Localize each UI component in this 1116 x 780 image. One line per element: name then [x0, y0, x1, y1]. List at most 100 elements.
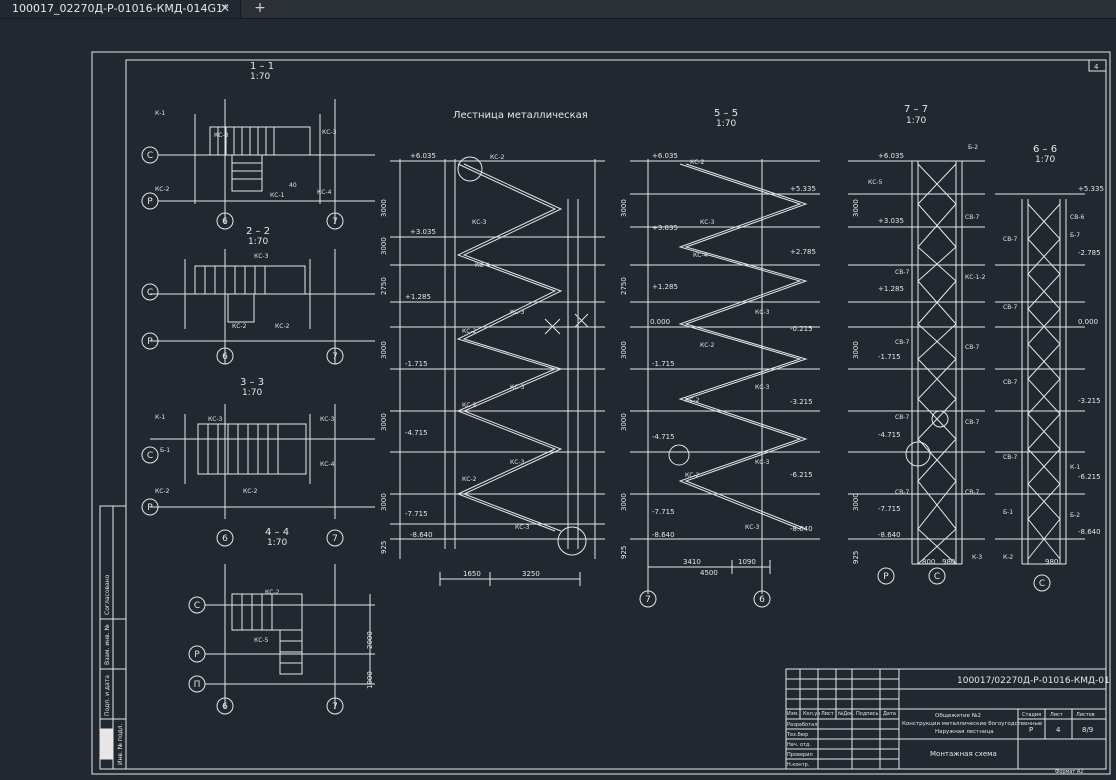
dimension-label: 3250 [522, 570, 540, 578]
tab-label: 100017_02270Д-Р-01016-КМД-014G1* [12, 2, 229, 15]
elevation-label: +6.035 [652, 152, 678, 160]
mark-label: К-1 [155, 110, 165, 117]
mark-label: К-2 [1003, 554, 1013, 561]
strip-label-approved: Согласовано [104, 574, 111, 615]
strip-label-replace-inv: Взам. инв. № [104, 624, 111, 665]
role-label: Н.контр. [787, 762, 810, 768]
mark-label: КС-3 [515, 524, 530, 531]
elevation-label: -8.640 [1078, 528, 1101, 536]
mark-label: КС-2 [685, 397, 700, 404]
section-title-5-5: 5 – 5 [714, 108, 738, 119]
axis-label-pi: П [194, 680, 201, 690]
axis-label-7: 7 [332, 702, 338, 712]
sheet-value: 4 [1056, 726, 1061, 734]
mark-label: К-1 [1070, 464, 1080, 471]
mark-label: КС-4 [693, 252, 708, 259]
axis-label-7: 7 [332, 352, 338, 362]
axis-label-c: С [194, 601, 200, 611]
elevation-label: -4.715 [405, 429, 428, 437]
section-2-2 [150, 249, 375, 364]
mark-label: КС-5 [868, 179, 883, 186]
mark-label: КС-1-2 [965, 274, 986, 281]
dimension-label: 3000 [620, 341, 628, 359]
mark-label: КС-3 [755, 459, 770, 466]
axis-label-6: 6 [222, 217, 228, 227]
project-name: Конструкции металлические богоугодственн… [902, 721, 1043, 727]
tab-drawing[interactable]: 100017_02270Д-Р-01016-КМД-014G1* ✕ [0, 0, 241, 18]
mark-label: КС-4 [475, 262, 490, 269]
mark-label: КС-4 [320, 461, 335, 468]
mark-label: СВ-7 [1003, 454, 1017, 461]
elevation-label: 0.000 [1078, 318, 1098, 326]
mark-label: КС-2 [265, 589, 280, 596]
elevation-label: +3.035 [652, 224, 678, 232]
dimension-label: 2750 [620, 277, 628, 295]
mark-label: Б-1 [160, 447, 170, 454]
mark-label: К-3 [972, 554, 982, 561]
sheets-value: 8/9 [1082, 726, 1093, 734]
mark-label: КС-1 [270, 192, 285, 199]
mark-label: СВ-6 [1070, 214, 1084, 221]
mark-label: Б-2 [1070, 512, 1080, 519]
elevation-label: +6.035 [878, 152, 904, 160]
elevation-label: -7.715 [652, 508, 675, 516]
elevation-label: -3.215 [1078, 397, 1101, 405]
mark-label: КС-3 [745, 524, 760, 531]
elevation-label: -4.715 [878, 431, 901, 439]
doc-code: 100017/02270Д-Р-01016-КМД-01 [957, 676, 1110, 686]
section-7-7 [848, 160, 985, 565]
axis-label-p: Р [194, 650, 200, 660]
axis-label-7: 7 [332, 534, 338, 544]
mark-label: КС-3 [214, 132, 229, 139]
elevation-label: +2.785 [790, 248, 816, 256]
elevation-label: -7.715 [878, 505, 901, 513]
dimension-label: 2750 [380, 277, 388, 295]
axis-label-6: 6 [759, 595, 765, 605]
axis-label-c: С [147, 151, 153, 161]
role-label: Нач. отд. [787, 742, 811, 748]
mark-label: КС-2 [490, 154, 505, 161]
elevation-label: +6.035 [410, 152, 436, 160]
dimension-label: 3000 [620, 493, 628, 511]
mark-label: СВ-7 [895, 414, 909, 421]
dimension-label: 980 [942, 558, 955, 566]
sheet-outer-frame [91, 51, 1111, 775]
section-scale-5-5: 1:70 [716, 119, 736, 129]
mark-label: КС-2 [685, 472, 700, 479]
elevation-label: +1.285 [878, 285, 904, 293]
plus-icon[interactable]: + [250, 1, 270, 17]
col-header: Кол.уч [803, 711, 820, 717]
mark-label: КС-3 [254, 253, 269, 260]
mark-label: КС-3 [755, 309, 770, 316]
col-header: Подпись [856, 711, 879, 717]
role-label: Тех.бюр [786, 732, 808, 738]
close-icon[interactable]: ✕ [220, 1, 230, 15]
mark-label: КС-3 [320, 416, 335, 423]
axis-label-6: 6 [222, 702, 228, 712]
role-label: Проверил [787, 752, 813, 758]
elevation-label: -1.715 [652, 360, 675, 368]
axis-label-p: Р [147, 197, 153, 207]
col-header: Лист [821, 711, 834, 717]
sheet-header: Лист [1050, 712, 1063, 718]
project-name: Наружная лестница [935, 729, 994, 735]
mark-label: СВ-7 [1003, 379, 1017, 386]
tab-bar: 100017_02270Д-Р-01016-КМД-014G1* ✕ + [0, 0, 1116, 19]
dimension-label: 3000 [620, 199, 628, 217]
mark-label: КС-3 [700, 219, 715, 226]
mark-label: СВ-7 [965, 419, 979, 426]
elevation-label: -4.715 [652, 433, 675, 441]
project-name: Общежитие №2 [935, 713, 981, 719]
elevation-label: +3.035 [410, 228, 436, 236]
section-scale-3-3: 1:70 [242, 388, 262, 398]
col-header: Дата [883, 711, 896, 717]
mark-label: Б-1 [1003, 509, 1013, 516]
role-label: Разработал [787, 722, 817, 728]
dimension-label: 3410 [683, 558, 701, 566]
dimension-label: 925 [852, 551, 860, 564]
dimension-label: 1000 [366, 671, 374, 689]
drawing-canvas[interactable]: 4 1 – 1 1:70 2 – 2 1:70 3 – 3 1:70 4 – 4… [0, 19, 1116, 776]
mark-label: КС-2 [690, 159, 705, 166]
mark-label: СВ-7 [1003, 304, 1017, 311]
axis-label-c: С [147, 451, 153, 461]
